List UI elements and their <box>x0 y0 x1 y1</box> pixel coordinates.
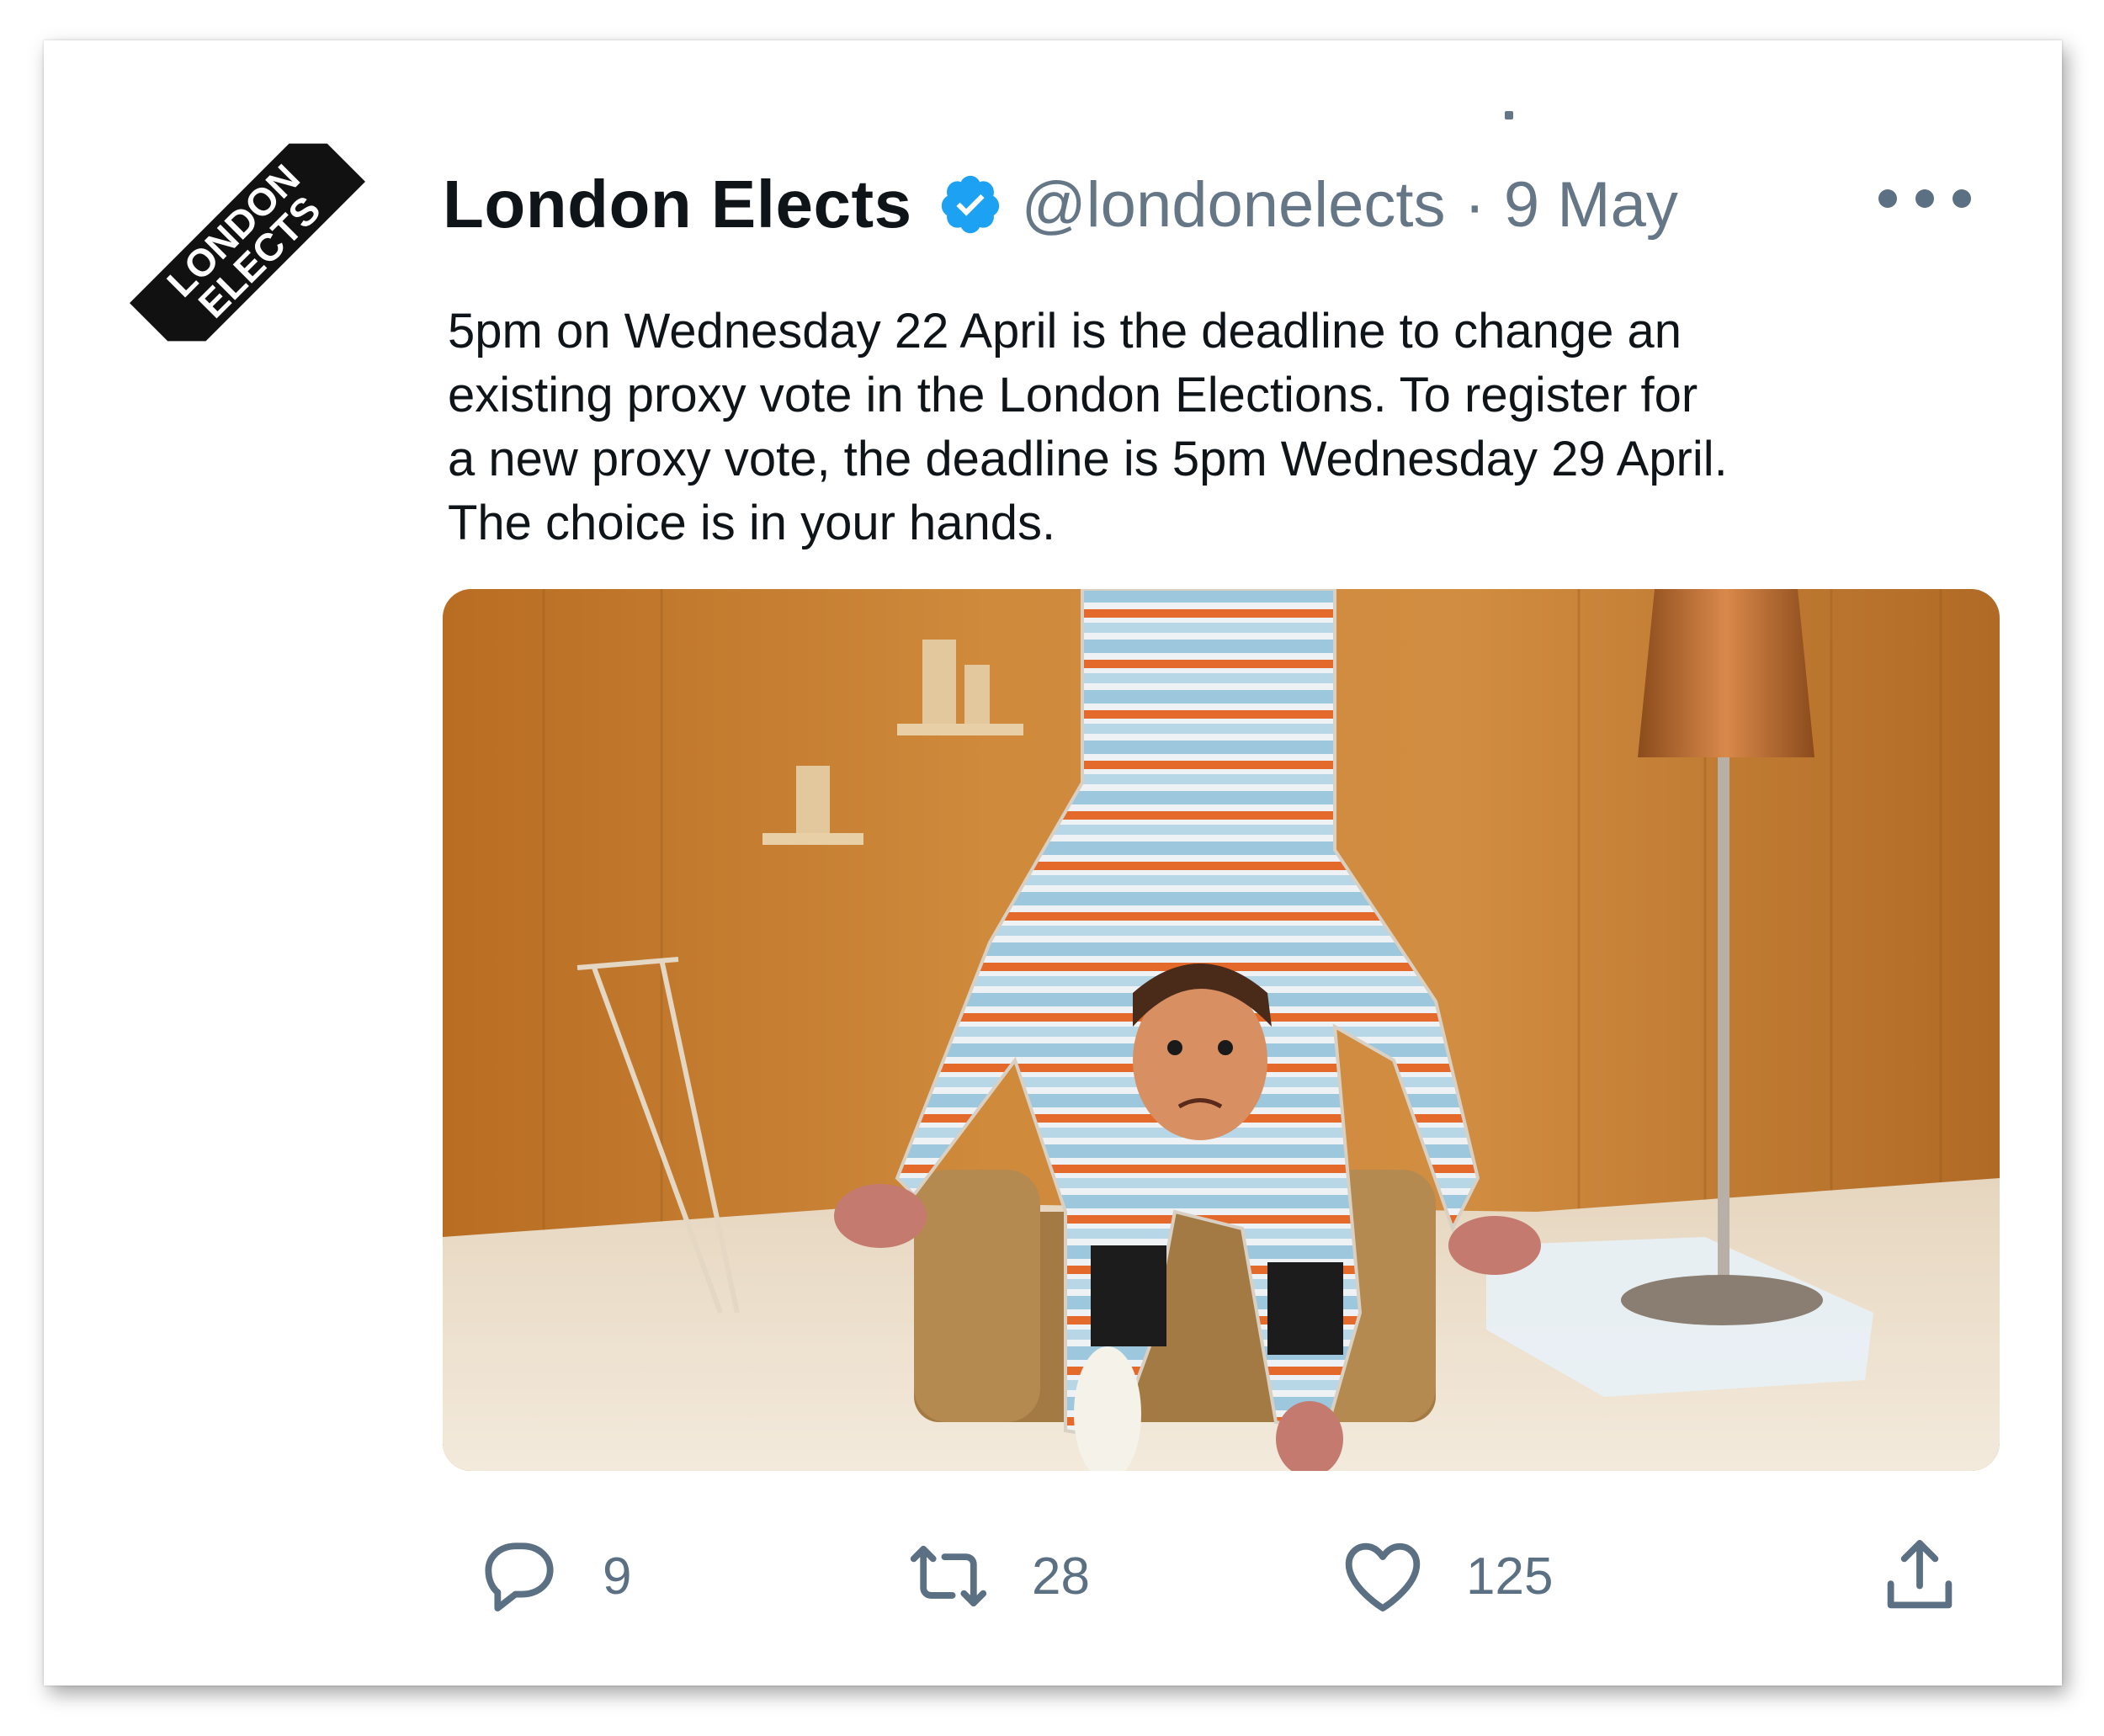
account-logo[interactable]: LONDON ELECTS <box>121 125 374 360</box>
tweet-actions: 9 28 125 <box>443 1530 2000 1622</box>
tweet-text-line: 5pm on Wednesday 22 April is the deadlin… <box>448 304 1682 358</box>
retweet-icon <box>902 1530 995 1622</box>
tweet-media-image[interactable] <box>443 589 2000 1471</box>
tweet-card[interactable]: LONDON ELECTS London Elects @londonelect… <box>44 40 2062 1686</box>
like-icon <box>1336 1530 1429 1622</box>
like-button[interactable]: 125 <box>1336 1530 1553 1622</box>
separator-dot: · <box>1464 168 1485 241</box>
retweet-button[interactable]: 28 <box>902 1530 1090 1622</box>
tweet-text-line: existing proxy vote in the London Electi… <box>448 368 1698 422</box>
stray-dot <box>1505 111 1513 119</box>
verified-badge-icon <box>938 172 1003 237</box>
tweet-text-line: a new proxy vote, the deadline is 5pm We… <box>448 432 1728 486</box>
like-count: 125 <box>1466 1547 1554 1606</box>
author-handle[interactable]: @londonelects <box>1022 168 1446 242</box>
more-options-icon[interactable] <box>1878 182 1971 215</box>
reply-button[interactable]: 9 <box>473 1530 631 1622</box>
tweet-text: 5pm on Wednesday 22 April is the deadlin… <box>448 300 1912 555</box>
tweet-text-line: The choice is in your hands. <box>448 496 1056 550</box>
share-button[interactable] <box>1873 1530 1966 1622</box>
reply-icon <box>473 1530 566 1622</box>
tweet-header: London Elects @londonelects · 9 May <box>443 158 1678 251</box>
tweet-date[interactable]: 9 May <box>1504 168 1678 242</box>
author-name[interactable]: London Elects <box>443 166 912 243</box>
reply-count: 9 <box>603 1547 632 1606</box>
share-icon <box>1873 1530 1966 1622</box>
retweet-count: 28 <box>1032 1547 1090 1606</box>
london-elects-logo: LONDON ELECTS <box>129 143 366 342</box>
